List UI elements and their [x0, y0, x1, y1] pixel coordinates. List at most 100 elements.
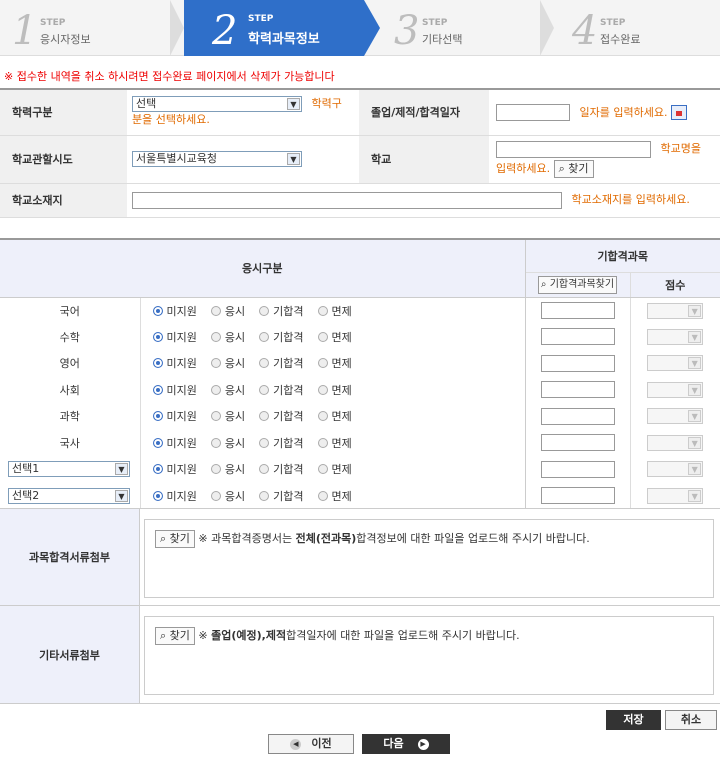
exam-option-radio[interactable]: [317, 490, 328, 501]
exam-option-label: 기합격: [273, 357, 304, 371]
score-select[interactable]: ▼: [647, 355, 704, 372]
pass-docs-dropzone[interactable]: ⌕ 찾기 ※ 과목합격증명서는 전체(전과목)합격정보에 대한 파일을 업로드해…: [144, 519, 714, 598]
search-icon: ⌕: [160, 532, 167, 545]
exam-option-radio[interactable]: [210, 358, 221, 369]
school-name-input[interactable]: [496, 140, 651, 158]
upload-note-bold: 졸업(예정),제적: [211, 629, 287, 642]
exam-option-label: 응시: [224, 489, 246, 503]
passed-subject-input[interactable]: [540, 381, 615, 399]
next-button[interactable]: 다음 ▶: [362, 734, 450, 754]
other-docs-dropzone[interactable]: ⌕ 찾기 ※ 졸업(예정),제적합격일자에 대한 파일을 업로드해 주시기 바랍…: [144, 616, 714, 695]
exam-option-radio[interactable]: [259, 490, 270, 501]
subject-name: 수학: [0, 323, 141, 350]
exam-option-label: 미지원: [166, 357, 197, 371]
school-region-select[interactable]: 서울특별시교육청 ▼: [132, 151, 302, 167]
cancel-button[interactable]: 취소: [665, 710, 717, 730]
exam-option-radio[interactable]: [210, 437, 221, 448]
exam-option-radio[interactable]: [210, 384, 221, 395]
exam-option-label: 면제: [331, 489, 352, 503]
exam-option-radio[interactable]: [317, 437, 328, 448]
score-select[interactable]: ▼: [647, 328, 704, 345]
chevron-down-icon: ▼: [688, 357, 702, 370]
prev-button[interactable]: ◀ 이전: [268, 734, 354, 754]
step-1: 1 STEP 응시자정보: [0, 0, 185, 56]
exam-option-radio[interactable]: [259, 464, 270, 475]
subject-row: 선택2 ▼ 미지원 응시 기합격 면제 ▼: [0, 482, 720, 509]
exam-option-radio[interactable]: [317, 411, 328, 422]
pass-docs-find-button[interactable]: ⌕ 찾기: [155, 530, 195, 548]
passed-subject-input[interactable]: [540, 434, 615, 452]
exam-option-radio[interactable]: [317, 331, 328, 342]
calendar-icon[interactable]: [670, 105, 687, 120]
subject-row: 영어 미지원 응시 기합격 면제 ▼: [0, 350, 720, 377]
passed-subject-input[interactable]: [540, 328, 615, 346]
save-button[interactable]: 저장: [606, 710, 661, 730]
exam-option-radio[interactable]: [152, 384, 163, 395]
step-divider: [540, 0, 554, 56]
exam-option-label: 미지원: [166, 410, 197, 424]
score-select[interactable]: ▼: [647, 434, 704, 451]
elective-subject-select[interactable]: 선택2 ▼: [8, 487, 130, 504]
grad-date-input[interactable]: [496, 104, 570, 121]
exam-option-label: 미지원: [166, 304, 197, 318]
passed-subject-input[interactable]: [540, 460, 615, 478]
score-select[interactable]: ▼: [647, 381, 704, 398]
passed-subject-input[interactable]: [540, 354, 615, 372]
chevron-down-icon: ▼: [688, 330, 702, 343]
exam-option-radio[interactable]: [210, 331, 221, 342]
exam-option-radio[interactable]: [152, 305, 163, 316]
upload-note: ※ 과목합격증명서는: [198, 532, 296, 545]
school-address-hint: 학교소재지를 입력하세요.: [571, 193, 690, 207]
score-select[interactable]: ▼: [647, 461, 704, 478]
school-hint: 학교명을: [660, 142, 701, 155]
exam-option-label: 면제: [331, 463, 352, 477]
exam-option-radio[interactable]: [317, 305, 328, 316]
exam-option-radio[interactable]: [152, 490, 163, 501]
chevron-down-icon: ▼: [287, 153, 300, 165]
chevron-down-icon: ▼: [688, 436, 702, 449]
exam-option-radio[interactable]: [317, 358, 328, 369]
other-docs-find-button[interactable]: ⌕ 찾기: [155, 627, 195, 645]
search-icon: ⌕: [160, 629, 167, 642]
passed-subjects-header: 기합격과목: [525, 239, 720, 273]
edu-type-hint: 학력구: [311, 97, 342, 111]
subject-row: 수학 미지원 응시 기합격 면제 ▼: [0, 323, 720, 350]
exam-option-radio[interactable]: [259, 331, 270, 342]
exam-option-radio[interactable]: [317, 384, 328, 395]
score-select[interactable]: ▼: [647, 487, 704, 504]
edu-type-value: 선택: [136, 97, 157, 111]
elective-subject-select[interactable]: 선택1 ▼: [8, 461, 130, 478]
score-select[interactable]: ▼: [647, 408, 704, 425]
search-icon: ⌕: [558, 162, 565, 175]
exam-option-radio[interactable]: [152, 437, 163, 448]
exam-option-radio[interactable]: [152, 411, 163, 422]
school-find-button[interactable]: ⌕ 찾기: [553, 160, 594, 178]
exam-option-radio[interactable]: [210, 490, 221, 501]
score-select[interactable]: ▼: [647, 302, 704, 319]
step-title: 기타선택: [422, 33, 463, 46]
exam-option-radio[interactable]: [210, 464, 221, 475]
school-address-input[interactable]: [132, 191, 562, 209]
exam-option-radio[interactable]: [259, 384, 270, 395]
exam-option-radio[interactable]: [210, 411, 221, 422]
exam-option-radio[interactable]: [259, 437, 270, 448]
cancel-notice: ※ 접수한 내역을 취소 하시려면 접수완료 페이지에서 삭제가 가능합니다: [4, 70, 335, 83]
exam-option-radio[interactable]: [152, 331, 163, 342]
exam-option-radio[interactable]: [259, 305, 270, 316]
exam-option-radio[interactable]: [152, 358, 163, 369]
exam-option-label: 면제: [331, 436, 352, 450]
exam-option-radio[interactable]: [259, 358, 270, 369]
chevron-down-icon: ▼: [115, 463, 128, 476]
exam-option-radio[interactable]: [210, 305, 221, 316]
find-passed-subjects-button[interactable]: ⌕ 기합격과목찾기: [537, 275, 618, 294]
passed-subject-input[interactable]: [540, 302, 615, 319]
passed-subject-input[interactable]: [540, 487, 615, 505]
school-region-value: 서울특별시교육청: [136, 152, 217, 165]
passed-subject-input[interactable]: [540, 407, 615, 425]
exam-option-radio[interactable]: [317, 464, 328, 475]
chevron-down-icon: ▼: [688, 383, 702, 396]
step-label: STEP: [248, 14, 274, 24]
exam-option-radio[interactable]: [152, 464, 163, 475]
edu-type-select[interactable]: 선택 ▼: [132, 96, 302, 113]
exam-option-radio[interactable]: [259, 411, 270, 422]
